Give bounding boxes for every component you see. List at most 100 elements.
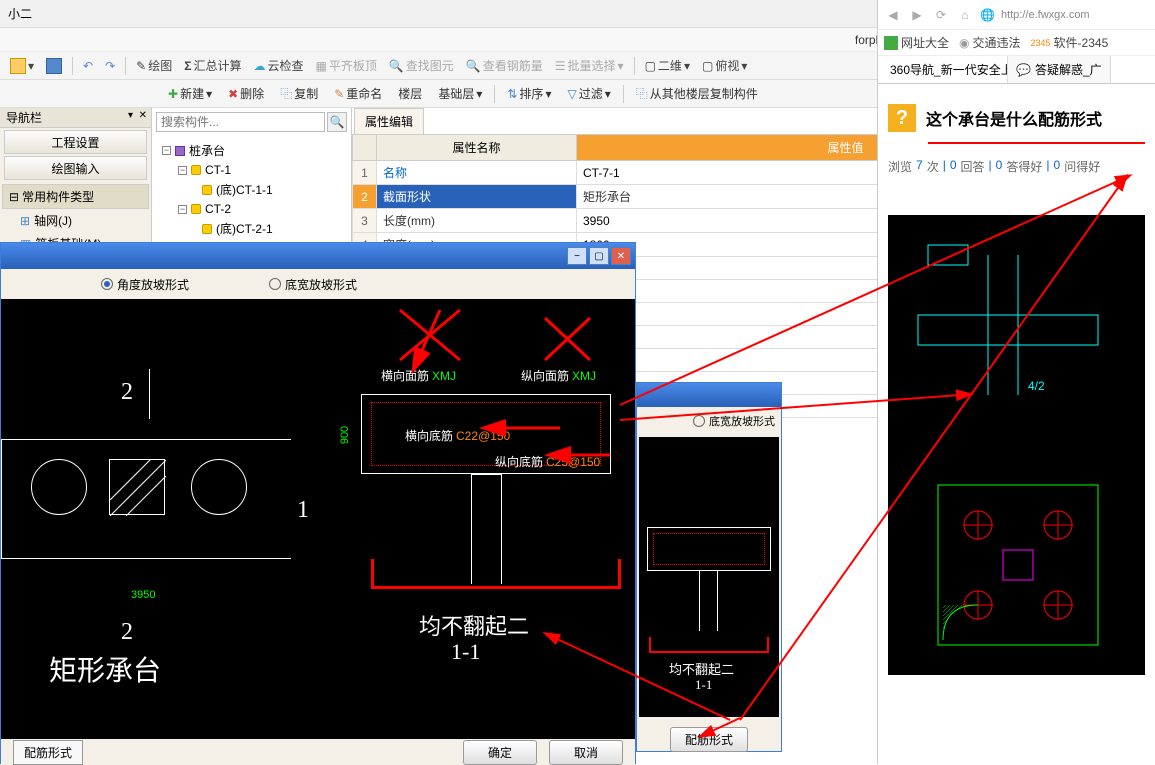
sigma-icon: Σ	[184, 59, 191, 73]
slope-radio-row: 角度放坡形式 底宽放坡形式	[1, 269, 635, 299]
copy-button[interactable]: ⿻复制	[274, 83, 324, 104]
2d-dropdown[interactable]: ▢二维▾	[641, 55, 694, 76]
dim-3950: 3950	[131, 589, 155, 601]
cloud-icon: ☁	[253, 59, 265, 73]
back-button[interactable]: ◀	[884, 6, 902, 24]
hx-bot-label: 横向底筋 C22@150	[405, 427, 510, 444]
redo-icon: ↷	[105, 59, 115, 73]
width-slope-radio-2[interactable]: 底宽放坡形式	[693, 413, 775, 429]
browser-toolbar: ◀ ▶ ⟳ ⌂ 🌐 http://e.fwxgx.com	[878, 0, 1155, 30]
reference-drawings[interactable]: 4/2	[888, 215, 1145, 675]
rebar-icon: 🔍	[466, 59, 481, 73]
level-top-button[interactable]: ▦平齐板顶	[311, 55, 380, 76]
rebar-form-label[interactable]: 配筋形式	[13, 740, 83, 765]
floor-dropdown[interactable]: 楼层	[392, 83, 428, 104]
cancel-button[interactable]: 取消	[549, 740, 623, 765]
draw-button[interactable]: ✎绘图	[132, 55, 176, 76]
question-icon: ?	[888, 104, 916, 132]
forward-button[interactable]: ▶	[908, 6, 926, 24]
save-button[interactable]	[42, 56, 66, 76]
ok-button[interactable]: 确定	[463, 740, 537, 765]
property-tab[interactable]: 属性编辑	[354, 108, 424, 134]
dim-2b: 2	[121, 619, 133, 646]
hx-top-label: 横向面筋 XMJ	[381, 367, 456, 384]
dialog2-titlebar[interactable]	[637, 383, 781, 407]
undo-button[interactable]: ↶	[79, 57, 97, 75]
rename-button[interactable]: ✎重命名	[328, 83, 388, 104]
sum-button[interactable]: Σ汇总计算	[180, 55, 245, 76]
home-button[interactable]: ⌂	[956, 6, 974, 24]
url-bar[interactable]: http://e.fwxgx.com	[1001, 9, 1149, 21]
find-view-button[interactable]: 🔍查找图元	[385, 55, 458, 76]
tree-root[interactable]: −桩承台	[158, 140, 345, 161]
copy-from-button[interactable]: ⿻从其他楼层复制构件	[630, 83, 764, 104]
tree-ct1[interactable]: −CT-1	[158, 161, 345, 179]
search-button[interactable]: 🔍	[327, 112, 347, 132]
cube-icon: ▢	[645, 59, 656, 73]
browser-tab-2[interactable]: 💬答疑解惑_广	[1008, 56, 1111, 83]
cloud-check-button[interactable]: ☁云检查	[249, 55, 307, 76]
copy-icon: ⿻	[280, 85, 292, 102]
search-input[interactable]	[156, 112, 325, 132]
zx-bot-label: 纵向底筋 C25@150	[495, 453, 600, 470]
base-layer-dropdown[interactable]: 基础层▾	[432, 83, 488, 104]
common-types-header[interactable]: ⊟ 常用构件类型	[2, 184, 149, 209]
fav-traffic[interactable]: ◉交通违法	[959, 34, 1021, 51]
reload-button[interactable]: ⟳	[932, 6, 950, 24]
dialog-titlebar[interactable]: − ▢ ✕	[1, 243, 635, 269]
overlook-dropdown[interactable]: ▢俯视▾	[698, 55, 751, 76]
small-note1: 均不翻起二	[669, 659, 734, 678]
filter-button[interactable]: ▽过滤▾	[561, 83, 616, 104]
funnel-icon: ▽	[567, 87, 576, 101]
globe-icon: 🌐	[980, 8, 995, 22]
favorites-bar: 网址大全 ◉交通违法 2345软件-2345	[878, 30, 1155, 56]
width-slope-radio[interactable]: 底宽放坡形式	[269, 276, 357, 293]
shape-dialog: − ▢ ✕ 角度放坡形式 底宽放坡形式 2 1 3950 2 矩形承台 横向面筋…	[0, 242, 636, 764]
nav-dropdown-icon[interactable]: ▾	[128, 110, 133, 121]
sort-button[interactable]: ⇅排序▾	[501, 83, 557, 104]
tree-ct1-1[interactable]: (底)CT-1-1	[158, 179, 345, 200]
delete-button[interactable]: ✖删除	[222, 83, 270, 104]
cad-reference: 4/2	[888, 215, 1145, 675]
open-button[interactable]: ▾	[6, 56, 38, 76]
batch-icon: ☰	[555, 59, 566, 73]
minimize-button[interactable]: −	[567, 247, 587, 265]
nav-close-icon[interactable]: ✕	[139, 110, 147, 121]
folder-icon	[10, 58, 26, 74]
fav-2345[interactable]: 2345软件-2345	[1031, 34, 1109, 51]
redo-button[interactable]: ↷	[101, 57, 119, 75]
maximize-button[interactable]: ▢	[589, 247, 609, 265]
new-button[interactable]: ✚新建▾	[162, 83, 218, 104]
batch-select-button[interactable]: ☰批量选择▾	[551, 55, 628, 76]
browser-panel: ◀ ▶ ⟳ ⌂ 🌐 http://e.fwxgx.com 网址大全 ◉交通违法 …	[877, 0, 1155, 764]
browser-content: ? 这个承台是什么配筋形式 浏览7次 | 0回答 | 0答得好 | 0问得好 4…	[878, 84, 1155, 695]
section-note1: 均不翻起二	[419, 609, 529, 641]
cad-canvas[interactable]: 2 1 3950 2 矩形承台 横向面筋 XMJ 纵向面筋 XMJ 横向底筋 C…	[1, 299, 635, 739]
shape-dialog-small: 底宽放坡形式 均不翻起二 1-1 配筋形式	[636, 382, 782, 752]
section-note2: 1-1	[451, 639, 480, 665]
dim-2: 2	[121, 379, 133, 406]
fav-sites[interactable]: 网址大全	[884, 34, 949, 51]
stats-row: 浏览7次 | 0回答 | 0答得好 | 0问得好	[888, 158, 1145, 175]
project-setting-button[interactable]: 工程设置	[4, 130, 147, 154]
cad-canvas-small[interactable]: 均不翻起二 1-1	[639, 437, 779, 717]
new-icon: ✚	[168, 87, 178, 101]
browser-tab-1[interactable]: 360导航_新一代安全上网导	[878, 56, 1008, 83]
col-name: 属性名称	[377, 135, 577, 161]
angle-slope-radio[interactable]: 角度放坡形式	[101, 276, 189, 293]
rebar-form-button[interactable]: 配筋形式	[670, 727, 748, 752]
rename-icon: ✎	[334, 87, 344, 101]
view-icon: ▢	[702, 59, 713, 73]
title-fragment: 小二	[8, 5, 32, 22]
dim-900: 900	[339, 426, 351, 444]
view-rebar-button[interactable]: 🔍查看钢筋量	[462, 55, 547, 76]
save-icon	[46, 58, 62, 74]
tree-ct2-1[interactable]: (底)CT-2-1	[158, 218, 345, 239]
draw-input-button[interactable]: 绘图输入	[4, 156, 147, 180]
tree-ct2[interactable]: −CT-2	[158, 200, 345, 218]
close-button[interactable]: ✕	[611, 247, 631, 265]
align-icon: ▦	[315, 59, 326, 73]
dialog-button-row: 配筋形式 确定 取消	[1, 739, 635, 765]
nav-item-axis[interactable]: ⊞轴网(J)	[0, 209, 151, 232]
question-title: 这个承台是什么配筋形式	[926, 106, 1102, 130]
